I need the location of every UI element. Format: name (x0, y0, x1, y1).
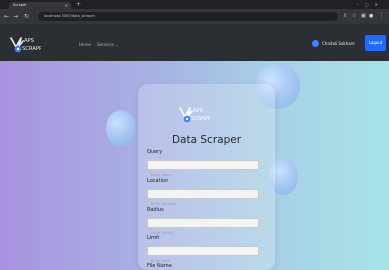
window-controls[interactable]: –▢✕ (357, 0, 384, 9)
forward-icon[interactable]: → (13, 12, 18, 21)
reload-icon[interactable]: ↻ (24, 12, 29, 21)
address-bar-url: localhost:3000/data_scraper (44, 14, 96, 18)
nav-link-home[interactable]: Home (79, 42, 91, 48)
svg-text:APS: APS (193, 108, 203, 114)
limit-field[interactable] (147, 246, 259, 265)
svg-text:APS: APS (24, 38, 34, 44)
menu-icon[interactable]: ⋮ (379, 12, 384, 21)
location-input[interactable] (148, 200, 258, 208)
back-icon[interactable]: ← (4, 12, 9, 21)
radius-input[interactable] (148, 229, 258, 237)
bookmark-icon[interactable]: ☆ (352, 12, 356, 21)
address-bar[interactable]: localhost:3000/data_scraper (38, 12, 338, 21)
nav-link-services[interactable]: Services ⌄ (97, 42, 119, 48)
svg-text:SCRAPPER: SCRAPPER (22, 46, 41, 52)
extensions-icon[interactable]: ▣ (361, 12, 366, 21)
query-label: Query (147, 149, 163, 155)
location-field[interactable] (147, 189, 259, 208)
logout-button[interactable]: Logout (365, 35, 386, 51)
browser-tab-strip: Scraper ✕ + –▢✕ (0, 0, 389, 9)
file-name-label: File Name (147, 263, 172, 269)
svg-text:SCRAPPER: SCRAPPER (191, 116, 210, 122)
user-name: Chaitali Sakhare (322, 41, 355, 46)
form-title: Data Scraper (171, 134, 242, 146)
close-icon[interactable]: ✕ (65, 2, 68, 9)
limit-label: Limit (147, 235, 160, 241)
browser-window: Scraper ✕ + –▢✕ ← → ↻ localhost:3000/dat… (0, 0, 389, 270)
maps-scrapper-logo[interactable]: APS SCRAPPER (9, 33, 41, 55)
new-tab-icon[interactable]: + (76, 1, 81, 9)
browser-tab[interactable]: Scraper ✕ (9, 2, 71, 9)
share-icon[interactable]: ⇪ (343, 12, 347, 21)
maps-scrapper-logo: APS SCRAPPER (179, 107, 210, 123)
decorative-bubble (106, 110, 136, 147)
radius-label: Radius (147, 207, 164, 213)
location-label: Location (147, 178, 169, 184)
profile-icon[interactable]: ● (369, 12, 373, 21)
browser-tab-title: Scraper (13, 3, 27, 7)
avatar (312, 40, 319, 47)
query-field[interactable] (147, 160, 259, 179)
browser-toolbar: ← → ↻ localhost:3000/data_scraper ⇪ ☆ ▣ … (0, 9, 389, 24)
radius-field[interactable] (147, 218, 259, 237)
